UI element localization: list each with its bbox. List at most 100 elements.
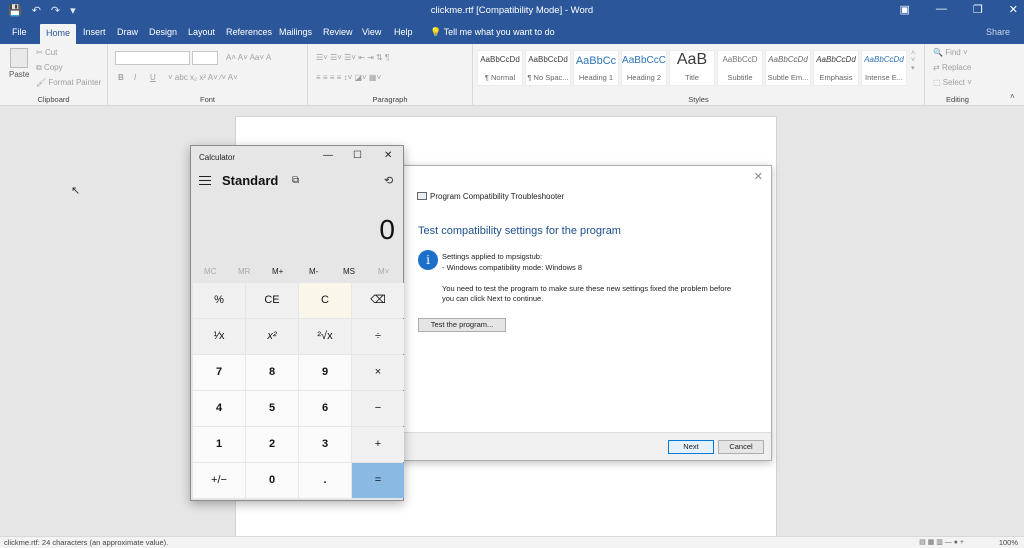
- find-button[interactable]: 🔍 Find ˅: [933, 48, 968, 57]
- restore-button[interactable]: ❐: [973, 3, 983, 16]
- backspace-key[interactable]: ⌫: [352, 283, 404, 318]
- decimal-key[interactable]: .: [299, 463, 351, 498]
- digit-9-key[interactable]: 9: [299, 355, 351, 390]
- ribbon-tabs: File Home Insert Draw Design Layout Refe…: [0, 22, 1024, 44]
- test-program-button[interactable]: Test the program...: [418, 318, 506, 332]
- memory-subtract-button[interactable]: M-: [309, 267, 318, 276]
- memory-add-button[interactable]: M+: [272, 267, 283, 276]
- calc-close-button[interactable]: ✕: [384, 150, 392, 161]
- zoom-level[interactable]: 100%: [999, 538, 1018, 547]
- calculator-window: Calculator — ☐ ✕ Standard ⧉ ⟲ 0 MC MR M+…: [190, 145, 404, 501]
- clear-key[interactable]: C: [299, 283, 351, 318]
- select-button[interactable]: ⬚ Select ˅: [933, 78, 972, 87]
- style-heading-2[interactable]: AaBbCcC Heading 2: [621, 50, 667, 86]
- multiply-key[interactable]: ×: [352, 355, 404, 390]
- compatibility-troubleshooter-dialog: ✕ Program Compatibility Troubleshooter T…: [400, 165, 772, 461]
- style-normal[interactable]: AaBbCcDd ¶ Normal: [477, 50, 523, 86]
- copy-button[interactable]: ⧉ Copy: [36, 63, 63, 73]
- styles-scroll-icon[interactable]: ˄ ˅ ▾: [911, 50, 915, 72]
- digit-6-key[interactable]: 6: [299, 391, 351, 426]
- cut-button[interactable]: ✂ Cut: [36, 48, 57, 57]
- subtract-key[interactable]: −: [352, 391, 404, 426]
- tab-view[interactable]: View: [362, 27, 381, 37]
- memory-store-button[interactable]: MS: [343, 267, 355, 276]
- calc-minimize-button[interactable]: —: [323, 150, 333, 161]
- font-size-combo[interactable]: [192, 51, 218, 65]
- tab-help[interactable]: Help: [394, 27, 413, 37]
- add-key[interactable]: +: [352, 427, 404, 462]
- style-title[interactable]: AaB Title: [669, 50, 715, 86]
- tab-draw[interactable]: Draw: [117, 27, 138, 37]
- style-heading-1[interactable]: AaBbCc Heading 1: [573, 50, 619, 86]
- tell-me-search[interactable]: 💡 Tell me what you want to do: [430, 27, 555, 38]
- dialog-footer: [401, 432, 771, 460]
- italic-button[interactable]: I: [134, 73, 136, 82]
- digit-7-key[interactable]: 7: [193, 355, 245, 390]
- digit-8-key[interactable]: 8: [246, 355, 298, 390]
- close-button[interactable]: ✕: [1009, 3, 1018, 16]
- dialog-window-title: Program Compatibility Troubleshooter: [430, 192, 565, 201]
- digit-2-key[interactable]: 2: [246, 427, 298, 462]
- title-bar: 💾 ↶ ↷ ▾ clickme.rtf [Compatibility Mode]…: [0, 0, 1024, 22]
- keep-on-top-icon[interactable]: ⧉: [292, 175, 299, 186]
- font-size-buttons[interactable]: A˄ A˅ Aa˅ A: [226, 53, 271, 62]
- calc-maximize-button[interactable]: ☐: [353, 150, 362, 161]
- cancel-button[interactable]: Cancel: [718, 440, 764, 454]
- share-button[interactable]: Share: [986, 27, 1010, 37]
- font-name-combo[interactable]: [115, 51, 190, 65]
- negate-key[interactable]: +/−: [193, 463, 245, 498]
- tab-insert[interactable]: Insert: [83, 27, 106, 37]
- percent-key[interactable]: %: [193, 283, 245, 318]
- memory-list-button[interactable]: M˅: [378, 267, 389, 276]
- tab-review[interactable]: Review: [323, 27, 353, 37]
- format-painter-button[interactable]: 🖌 Format Painter: [36, 78, 101, 87]
- hamburger-menu-icon[interactable]: [199, 176, 211, 185]
- tab-references[interactable]: References: [226, 27, 272, 37]
- styles-group: AaBbCcDd ¶ Normal AaBbCcDd ¶ No Spac... Aa…: [473, 44, 925, 106]
- bold-button[interactable]: B: [118, 73, 124, 82]
- memory-recall-button[interactable]: MR: [238, 267, 250, 276]
- equals-key[interactable]: =: [352, 463, 404, 498]
- digit-4-key[interactable]: 4: [193, 391, 245, 426]
- digit-1-key[interactable]: 1: [193, 427, 245, 462]
- close-icon[interactable]: ✕: [754, 170, 763, 183]
- tab-layout[interactable]: Layout: [188, 27, 215, 37]
- ribbon: Paste ✂ Cut ⧉ Copy 🖌 Format Painter Clip…: [0, 44, 1024, 106]
- tab-home[interactable]: Home: [40, 24, 77, 44]
- digit-3-key[interactable]: 3: [299, 427, 351, 462]
- underline-button[interactable]: U: [150, 73, 156, 82]
- ribbon-display-icon[interactable]: ▣: [900, 3, 910, 16]
- square-root-key[interactable]: ²√x: [299, 319, 351, 354]
- text-effect-buttons[interactable]: ˅ abc x₂ x² A˅ ⁄˅ A˅: [168, 73, 238, 82]
- digit-5-key[interactable]: 5: [246, 391, 298, 426]
- style-emphasis[interactable]: AaBbCcDd Emphasis: [813, 50, 859, 86]
- digit-0-key[interactable]: 0: [246, 463, 298, 498]
- clipboard-group: Paste ✂ Cut ⧉ Copy 🖌 Format Painter Clip…: [0, 44, 108, 106]
- view-buttons-icon[interactable]: ▤ ▦ ▥ — ● +: [919, 538, 964, 546]
- list-buttons[interactable]: ☰˅ ☰˅ ☰˅ ⇤ ⇥ ⇅ ¶: [316, 53, 389, 62]
- style-no-spacing[interactable]: AaBbCcDd ¶ No Spac...: [525, 50, 571, 86]
- minimize-button[interactable]: —: [936, 3, 947, 16]
- memory-clear-button[interactable]: MC: [204, 267, 216, 276]
- dialog-heading: Test compatibility settings for the prog…: [418, 225, 621, 237]
- window-title: clickme.rtf [Compatibility Mode] - Word: [430, 5, 594, 16]
- paste-button[interactable]: Paste: [9, 70, 29, 79]
- history-icon[interactable]: ⟲: [384, 174, 393, 187]
- replace-button[interactable]: ⇄ Replace: [933, 63, 971, 72]
- style-intense-emphasis[interactable]: AaBbCcDd Intense E...: [861, 50, 907, 86]
- next-button[interactable]: Next: [668, 440, 714, 454]
- style-subtle-emphasis[interactable]: AaBbCcDd Subtle Em...: [765, 50, 811, 86]
- style-subtitle[interactable]: AaBbCcD Subtitle: [717, 50, 763, 86]
- paste-icon[interactable]: [10, 48, 28, 68]
- tab-mailings[interactable]: Mailings: [279, 27, 312, 37]
- clear-entry-key[interactable]: CE: [246, 283, 298, 318]
- status-bar: clickme.rtf: 24 characters (an approxima…: [0, 536, 1024, 548]
- square-key[interactable]: x²: [246, 319, 298, 354]
- window-controls: ▣ — ❐ ✕: [900, 3, 1019, 16]
- alignment-buttons[interactable]: ≡ ≡ ≡ ≡ ↕˅ ◪˅ ▦˅: [316, 73, 381, 82]
- divide-key[interactable]: ÷: [352, 319, 404, 354]
- reciprocal-key[interactable]: ¹⁄x: [193, 319, 245, 354]
- tab-design[interactable]: Design: [149, 27, 177, 37]
- collapse-ribbon-icon[interactable]: ˄: [1010, 92, 1015, 101]
- tab-file[interactable]: File: [12, 27, 27, 37]
